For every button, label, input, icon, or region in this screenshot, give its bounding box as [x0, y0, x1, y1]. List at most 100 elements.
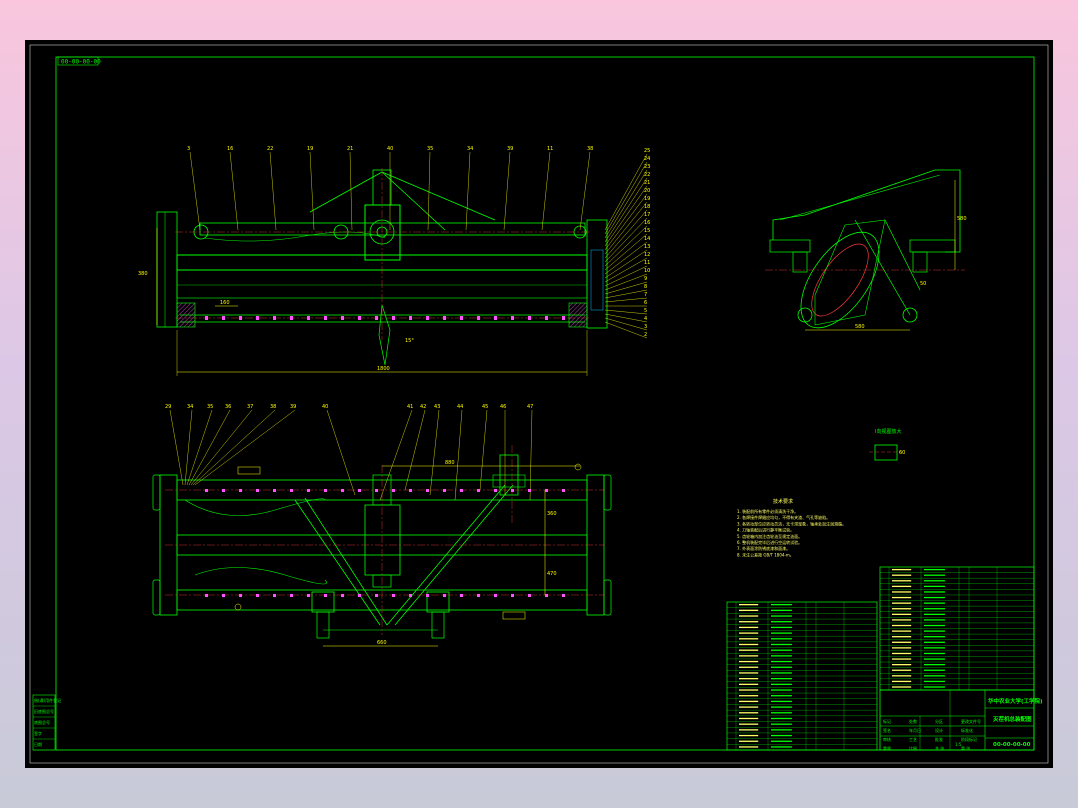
- blade-marker: [375, 594, 378, 597]
- leader-line: [604, 217, 648, 263]
- bom-cell-text: [924, 608, 945, 610]
- leader-line: [604, 281, 648, 295]
- bom-table-left: [726, 601, 878, 751]
- bom-cell-text: [739, 660, 759, 663]
- title-block-label: 签名: [883, 727, 891, 733]
- bom-cell-text: [771, 603, 792, 606]
- bom-cell-text: [739, 683, 759, 685]
- bom-cell-text: [892, 680, 912, 683]
- blade-marker: [307, 489, 310, 492]
- blade-marker: [511, 316, 514, 320]
- leader-line: [465, 151, 471, 231]
- blade-marker: [324, 316, 327, 320]
- drawing-sheet: 00-00-00-00 1800 380 160 15° 3 16 22 19 …: [25, 40, 1053, 768]
- blade-marker: [443, 489, 446, 492]
- inner-border: [55, 56, 1035, 751]
- bom-cell-text: [771, 643, 792, 646]
- note-line: 2. 各焊接件焊缝应均匀，不得有夹渣、气孔等缺陷。: [737, 514, 830, 520]
- balloon-label: 24: [644, 156, 650, 162]
- bom-cell-text: [924, 585, 945, 588]
- outer-border: [29, 44, 1049, 764]
- balloon-label: 11: [644, 260, 650, 266]
- bom-cell-text: [771, 695, 792, 697]
- note-line: 5. 齿轮箱内加注齿轮油至规定油面。: [737, 533, 802, 539]
- balloon-label: 25: [644, 148, 650, 154]
- balloon-label: 12: [644, 252, 650, 258]
- balloon-label: 18: [644, 204, 650, 210]
- blade-marker: [341, 316, 344, 320]
- bom-cell-text: [739, 626, 759, 629]
- leader-line: [326, 409, 356, 496]
- blade-marker: [375, 489, 378, 492]
- bom-cell-text: [892, 585, 912, 588]
- blade-marker: [324, 489, 327, 492]
- leader-line: [189, 151, 201, 231]
- leader-line: [169, 409, 184, 486]
- blade-marker: [205, 594, 208, 597]
- title-block-label: 审核: [883, 736, 891, 742]
- bom-cell-text: [924, 580, 945, 582]
- bom-cell-text: [892, 596, 912, 599]
- blade-marker: [205, 489, 208, 492]
- detail-dim: 60: [899, 450, 905, 456]
- balloon-label: 40: [322, 404, 328, 410]
- stamp-cell: 日期: [34, 741, 42, 747]
- balloon-label: 21: [644, 180, 650, 186]
- balloon-label: 15: [644, 228, 650, 234]
- balloon-label: 13: [644, 244, 650, 250]
- title-block-label: 处数: [909, 718, 917, 724]
- bom-cell-text: [739, 712, 759, 714]
- bom-cell-text: [924, 602, 945, 604]
- bom-cell-text: [739, 729, 759, 731]
- leader-line: [604, 193, 648, 251]
- leader-line: [604, 233, 648, 271]
- bom-cell-text: [924, 664, 945, 666]
- title-block-label: 批准: [935, 736, 943, 742]
- blade-marker: [494, 489, 497, 492]
- note-line: 8. 未注公差按 GB/T 1804-m。: [737, 551, 794, 557]
- blade-marker: [222, 594, 225, 597]
- bom-cell-text: [924, 591, 945, 593]
- bom-cell-text: [924, 619, 945, 621]
- balloon-label: 36: [225, 404, 231, 410]
- code-box-text: 00-00-00-00: [61, 59, 101, 66]
- note-line: 6. 整机装配完毕后进行空运转试验。: [737, 539, 802, 545]
- balloon-label: 22: [267, 146, 273, 152]
- bom-cell-text: [924, 669, 945, 671]
- blade-marker: [477, 594, 480, 597]
- bom-cell-text: [892, 658, 912, 660]
- blade-marker: [426, 316, 429, 320]
- blade-marker: [562, 594, 565, 597]
- bom-cell-text: [892, 647, 912, 649]
- blade-marker: [545, 489, 548, 492]
- balloon-label: 41: [407, 404, 413, 410]
- balloon-label: 35: [427, 146, 433, 152]
- leader-line: [604, 209, 648, 259]
- leader-line: [529, 409, 533, 501]
- blade-marker: [290, 316, 293, 320]
- balloon-label: 8: [644, 284, 647, 290]
- bom-cell-text: [892, 652, 912, 655]
- blade-marker: [256, 594, 259, 597]
- blade-marker: [460, 594, 463, 597]
- stamp-cell: 借(通)用件登记: [34, 697, 61, 703]
- leader-line: [427, 151, 431, 231]
- bom-cell-text: [771, 615, 792, 617]
- leader-line: [454, 409, 463, 501]
- blade-marker: [222, 489, 225, 492]
- bom-cell-text: [892, 636, 912, 638]
- title-block-label: 比例: [909, 745, 917, 751]
- dim-height: 380: [138, 271, 148, 277]
- top-view: [152, 445, 612, 647]
- balloon-label: 37: [247, 404, 253, 410]
- left-stamp-column: 借(通)用件登记旧底图总号底图总号签字日期: [32, 694, 61, 751]
- balloon-label: 11: [547, 146, 553, 152]
- balloon-label: 38: [587, 146, 593, 152]
- blade-marker: [409, 594, 412, 597]
- bom-cell-text: [924, 652, 945, 655]
- bom-cell-text: [771, 723, 792, 725]
- leader-line: [604, 297, 648, 303]
- bom-cell-text: [924, 680, 945, 683]
- bom-cell-text: [771, 700, 792, 703]
- bom-cell-text: [924, 641, 945, 643]
